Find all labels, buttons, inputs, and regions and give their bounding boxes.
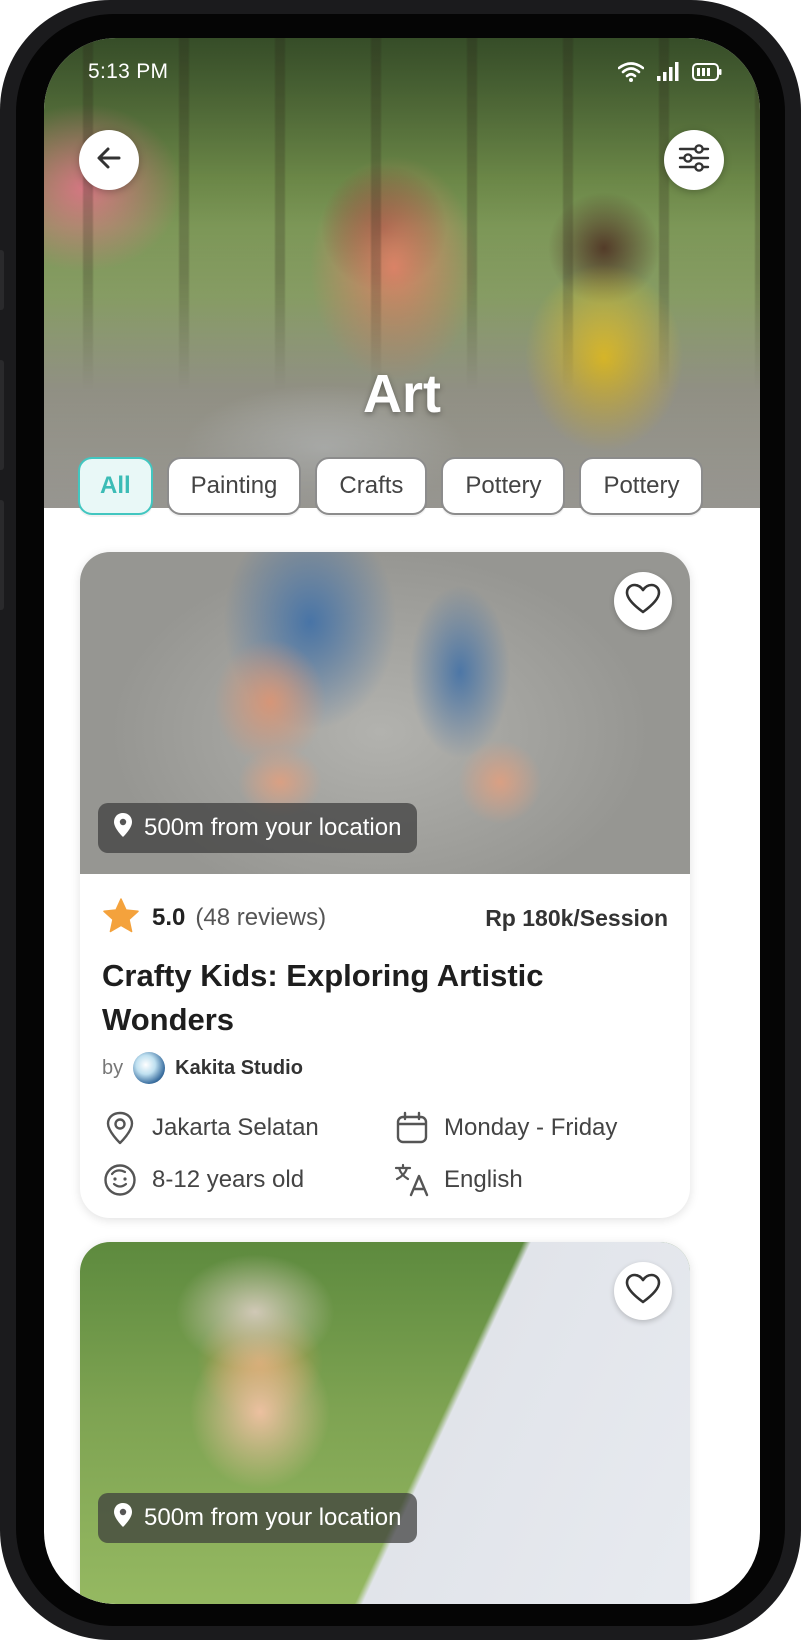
wifi-icon — [617, 62, 645, 87]
class-card-image — [80, 1242, 690, 1604]
age-text: 8-12 years old — [152, 1166, 305, 1193]
location-pin-icon — [112, 1502, 134, 1535]
studio-avatar — [133, 1052, 166, 1084]
by-label: by — [102, 1056, 124, 1079]
tab-pottery-2[interactable]: Pottery — [579, 457, 704, 515]
schedule-info: Monday - Friday — [394, 1110, 617, 1146]
tab-crafts[interactable]: Crafts — [315, 457, 428, 515]
page-title: Art — [363, 364, 441, 424]
rating-row: 5.0 (48 reviews) Rp 180k/Session — [102, 897, 668, 940]
tab-painting[interactable]: Painting — [166, 457, 302, 515]
class-title[interactable]: Crafty Kids: Exploring Artistic Wonders — [102, 954, 642, 1042]
distance-badge: 500m from your location — [98, 803, 418, 853]
status-icons — [617, 62, 722, 87]
phone-side-button — [0, 500, 4, 610]
app-screen: 5:13 PM Art All Painting Crafts Pottery … — [44, 38, 760, 1604]
distance-text: 500m from your location — [144, 814, 402, 841]
filter-button[interactable] — [664, 130, 724, 190]
arrow-left-icon — [94, 143, 124, 178]
hero-banner-image — [44, 38, 760, 508]
category-tabs: All Painting Crafts Pottery Pottery — [78, 457, 704, 515]
favorite-button[interactable] — [614, 572, 672, 630]
location-text: Jakarta Selatan — [152, 1114, 319, 1141]
phone-side-button — [0, 360, 4, 470]
map-pin-icon — [102, 1110, 138, 1146]
location-pin-icon — [112, 812, 134, 845]
calendar-icon — [394, 1110, 430, 1146]
signal-icon — [656, 62, 680, 87]
age-info: 8-12 years old — [102, 1162, 304, 1198]
schedule-text: Monday - Friday — [444, 1114, 618, 1141]
favorite-button[interactable] — [614, 1262, 672, 1320]
phone-side-button — [0, 250, 4, 310]
price: Rp 180k/Session — [485, 904, 668, 931]
language-text: English — [444, 1166, 523, 1193]
heart-icon — [625, 1273, 661, 1310]
rating-value: 5.0 — [152, 904, 186, 931]
back-button[interactable] — [79, 130, 139, 190]
class-card[interactable]: 500m from your location — [80, 1242, 690, 1604]
review-count[interactable]: (48 reviews) — [195, 904, 326, 932]
child-face-icon — [102, 1162, 138, 1198]
translate-icon — [394, 1162, 430, 1198]
studio-byline: by Kakita Studio — [102, 1050, 303, 1086]
battery-icon — [692, 63, 722, 86]
status-bar: 5:13 PM — [44, 38, 760, 108]
sliders-icon — [677, 141, 711, 180]
distance-badge: 500m from your location — [98, 1493, 418, 1543]
heart-icon — [625, 583, 661, 620]
class-card[interactable]: 500m from your location 5.0 (48 reviews)… — [80, 552, 690, 1218]
location-info: Jakarta Selatan — [102, 1110, 319, 1146]
star-icon — [102, 897, 140, 940]
distance-text: 500m from your location — [144, 1504, 402, 1531]
status-time: 5:13 PM — [88, 60, 169, 83]
tab-pottery[interactable]: Pottery — [441, 457, 566, 515]
language-info: English — [394, 1162, 523, 1198]
studio-name[interactable]: Kakita Studio — [175, 1057, 303, 1080]
phone-frame: 5:13 PM Art All Painting Crafts Pottery … — [0, 0, 801, 1640]
tab-all[interactable]: All — [78, 457, 153, 515]
